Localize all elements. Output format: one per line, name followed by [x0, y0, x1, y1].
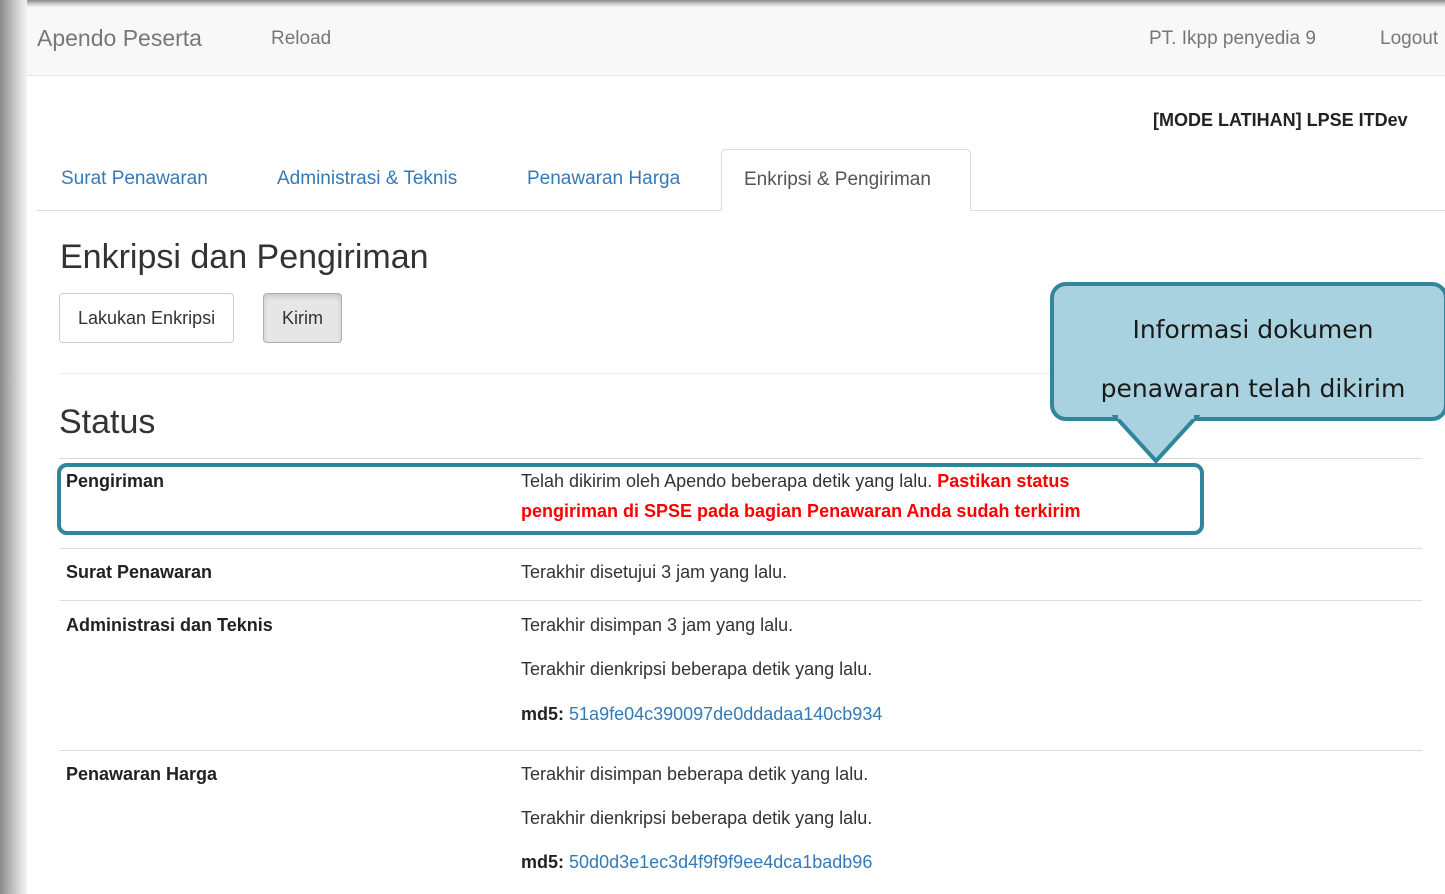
top-navbar: Apendo Peserta Reload PT. Ikpp penyedia …	[27, 7, 1445, 76]
table-divider	[59, 548, 1422, 549]
encrypt-button[interactable]: Lakukan Enkripsi	[59, 293, 235, 343]
row-label-penawaran-harga: Penawaran Harga	[66, 764, 218, 784]
callout-text: Informasi dokumen penawaran telah dikiri…	[1054, 300, 1445, 418]
highlight-box	[57, 463, 1204, 535]
harga-saved-text: Terakhir disimpan beberapa detik yang la…	[521, 764, 869, 784]
table-divider	[59, 458, 1422, 459]
screenshot-shadow-top	[0, 0, 1445, 7]
admin-saved-text: Terakhir disimpan 3 jam yang lalu.	[521, 615, 794, 635]
row-value-surat-penawaran: Terakhir disetujui 3 jam yang lalu.	[521, 562, 788, 582]
admin-md5-hash[interactable]: 51a9fe04c390097de0ddadaa140cb934	[569, 704, 882, 724]
screenshot-shadow-left	[0, 0, 27, 894]
apendo-page: Apendo Peserta Reload PT. Ikpp penyedia …	[27, 7, 1445, 894]
md5-label: md5:	[521, 852, 565, 872]
logout-link[interactable]: Logout	[1380, 28, 1438, 50]
callout-box: Informasi dokumen penawaran telah dikiri…	[1050, 282, 1445, 421]
harga-encrypted-text: Terakhir dienkripsi beberapa detik yang …	[521, 808, 873, 828]
user-company-name[interactable]: PT. Ikpp penyedia 9	[1149, 28, 1316, 50]
tab-surat-penawaran[interactable]: Surat Penawaran	[61, 149, 208, 211]
harga-md5-hash[interactable]: 50d0d3e1ec3d4f9f9f9ee4dca1badb96	[569, 852, 872, 872]
admin-encrypted-text: Terakhir dienkripsi beberapa detik yang …	[521, 659, 873, 679]
mode-title: [MODE LATIHAN] LPSE ITDev	[1153, 110, 1408, 130]
row-label-administrasi-teknis: Administrasi dan Teknis	[66, 615, 273, 635]
tab-penawaran-harga[interactable]: Penawaran Harga	[527, 149, 680, 211]
table-divider	[59, 600, 1422, 601]
admin-md5: md5: 51a9fe04c390097de0ddadaa140cb934	[521, 704, 882, 725]
status-heading: Status	[59, 403, 156, 441]
row-label-surat-penawaran: Surat Penawaran	[66, 562, 213, 582]
send-button[interactable]: Kirim	[263, 293, 342, 343]
tab-bar: Surat Penawaran Administrasi & Teknis Pe…	[37, 149, 1445, 211]
harga-md5: md5: 50d0d3e1ec3d4f9f9f9ee4dca1badb96	[521, 852, 872, 873]
tab-administrasi-teknis[interactable]: Administrasi & Teknis	[277, 149, 457, 211]
callout-line-2: penawaran telah dikirim	[1100, 374, 1406, 403]
page-title: Enkripsi dan Pengiriman	[60, 238, 429, 276]
tab-enkripsi-pengiriman[interactable]: Enkripsi & Pengiriman	[721, 149, 971, 211]
callout-pointer	[1112, 415, 1200, 463]
brand-title[interactable]: Apendo Peserta	[37, 25, 202, 52]
md5-label: md5:	[521, 704, 565, 724]
callout-line-1: Informasi dokumen	[1132, 315, 1374, 344]
table-divider	[59, 750, 1422, 751]
reload-link[interactable]: Reload	[271, 28, 331, 50]
